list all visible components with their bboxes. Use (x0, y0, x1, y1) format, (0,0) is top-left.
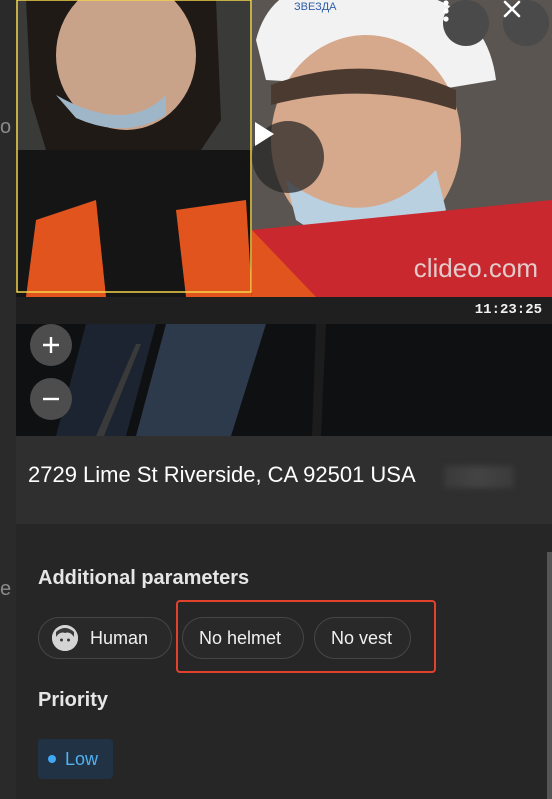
more-options-button[interactable] (443, 0, 489, 46)
priority-badge: Low (38, 739, 113, 779)
video-player[interactable]: ЗВЕЗДА clideo.com (16, 0, 552, 297)
human-face-icon (52, 625, 78, 651)
video-timestamp: 11:23:25 (474, 302, 542, 318)
helmet-logo-text: ЗВЕЗДА (294, 1, 337, 13)
priority-title: Priority (38, 689, 109, 711)
event-address: 2729 Lime St Riverside, CA 92501 USA (28, 462, 416, 487)
video-watermark: clideo.com (413, 253, 538, 283)
chip-human[interactable]: Human (38, 617, 172, 659)
map-tiles (16, 324, 552, 436)
scrollbar[interactable] (547, 552, 552, 799)
redacted-area (444, 466, 514, 488)
zoom-in-button[interactable] (30, 324, 72, 366)
address-card: 2729 Lime St Riverside, CA 92501 USA (16, 436, 552, 524)
close-icon (503, 0, 521, 18)
kebab-menu-icon (443, 0, 449, 22)
additional-parameters-title: Additional parameters (38, 567, 250, 589)
play-button[interactable] (252, 121, 324, 193)
minus-icon (43, 397, 59, 401)
background-text-fragment: e (0, 578, 12, 600)
priority-dot-icon (48, 755, 56, 763)
video-timebar: 11:23:25 (16, 297, 552, 324)
close-button[interactable] (503, 0, 549, 46)
background-text-fragment: o (0, 116, 12, 138)
highlight-annotation (176, 600, 436, 673)
background-window-edge: o e (0, 0, 16, 799)
event-details-panel: ЗВЕЗДА clideo.com 11:23:25 2729 Lime St … (16, 0, 552, 799)
location-map[interactable] (16, 324, 552, 436)
play-icon (255, 122, 274, 146)
priority-value: Low (65, 748, 99, 769)
zoom-out-button[interactable] (30, 378, 72, 420)
plus-icon (43, 337, 59, 353)
chip-label: Human (90, 627, 149, 648)
